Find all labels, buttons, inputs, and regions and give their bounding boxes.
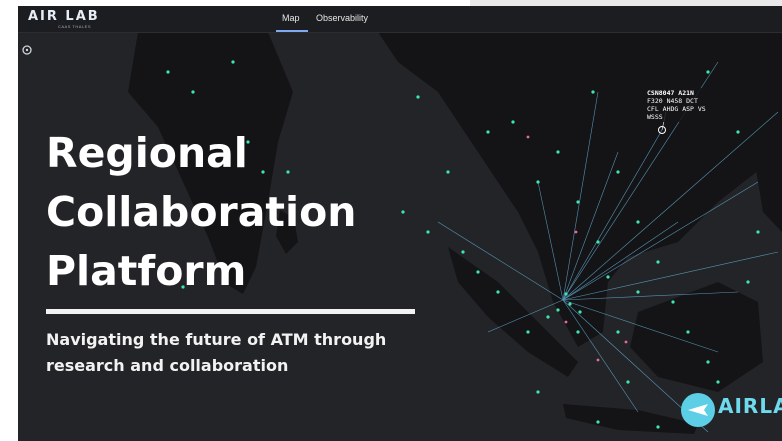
hero-subtitle-line2: research and collaboration <box>46 356 289 375</box>
hero-subtitle-line1: Navigating the future of ATM through <box>46 330 387 349</box>
tooltip-line3: CFL AHDG ASP VS <box>647 105 706 113</box>
tooltip-line1: CSN8047 A21N <box>647 89 694 97</box>
hero-section: Regional Collaboration Platform Navigati… <box>46 124 446 375</box>
logo-subtext: CAAS THALES <box>58 24 91 29</box>
landmass-borneo <box>630 282 763 392</box>
airlab-badge: AIRLAB <box>678 386 782 436</box>
active-tab-indicator <box>276 30 308 32</box>
hero-title-line3: Platform <box>46 247 247 295</box>
hero-title-line1: Regional <box>46 129 248 177</box>
hero-divider <box>46 309 415 314</box>
airlab-badge-text: AIRLAB <box>718 394 782 418</box>
hero-title: Regional Collaboration Platform <box>46 124 446 301</box>
airlab-badge-icon <box>681 393 715 427</box>
tab-map[interactable]: Map <box>282 13 300 23</box>
tab-observability[interactable]: Observability <box>316 13 368 23</box>
airlab-logo[interactable]: AIR LAB <box>28 9 100 24</box>
hero-title-line2: Collaboration <box>46 188 357 236</box>
top-navigation-bar: AIR LAB CAAS THALES Map Observability <box>18 6 782 33</box>
flight-info-tooltip: CSN8047 A21N F320 N458 DCT CFL AHDG ASP … <box>644 88 709 122</box>
hero-subtitle: Navigating the future of ATM through res… <box>46 327 446 379</box>
app-window: AIR LAB CAAS THALES Map Observability CS… <box>18 6 782 441</box>
tooltip-line4: WSSS <box>647 113 663 121</box>
tooltip-line2: F320 N458 DCT <box>647 97 698 105</box>
compass-icon[interactable] <box>22 42 32 55</box>
